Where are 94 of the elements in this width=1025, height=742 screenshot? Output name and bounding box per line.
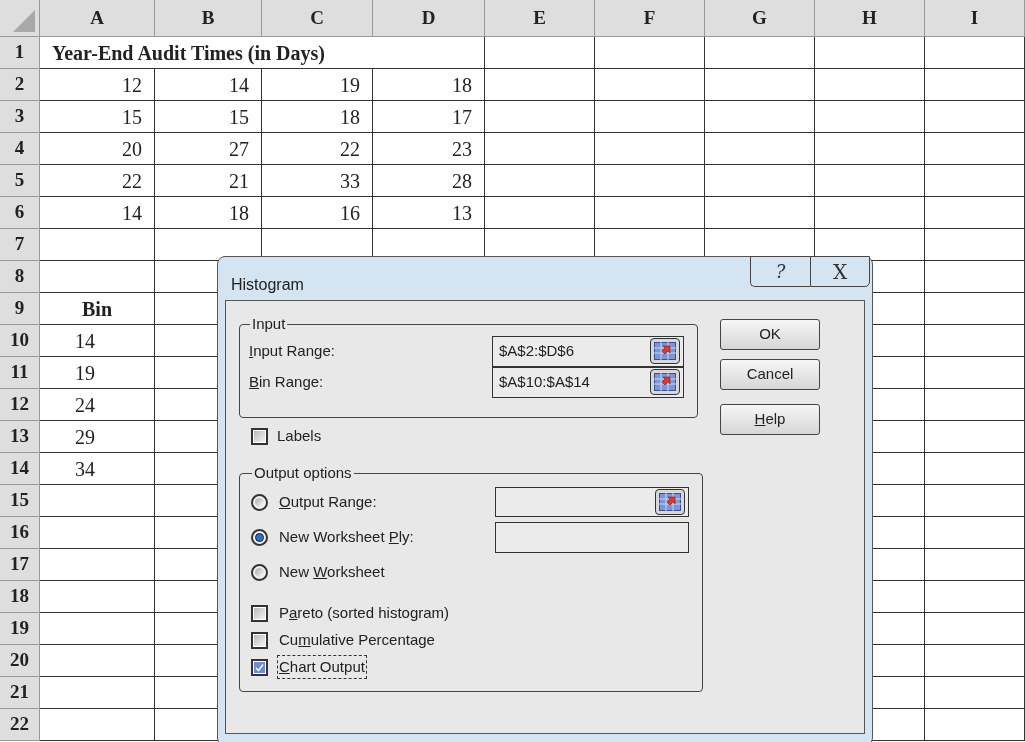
column-header[interactable]: H <box>815 0 925 37</box>
row-header[interactable]: 21 <box>0 677 40 709</box>
row-header[interactable]: 8 <box>0 261 40 293</box>
column-header[interactable]: D <box>373 0 485 37</box>
radio-button[interactable] <box>251 493 268 511</box>
row-header[interactable]: 14 <box>0 453 40 485</box>
row-header[interactable]: 16 <box>0 517 40 549</box>
row-header[interactable]: 3 <box>0 101 40 133</box>
checkbox-label: Labels <box>277 425 322 446</box>
range-picker-button[interactable] <box>650 369 680 395</box>
table-cell: 15 <box>40 101 155 133</box>
radio-button[interactable] <box>251 528 268 546</box>
table-cell: 18 <box>155 197 262 229</box>
row-header[interactable]: 4 <box>0 133 40 165</box>
checkbox[interactable] <box>251 631 268 649</box>
group-label: Input <box>251 314 287 334</box>
text-field[interactable] <box>495 521 689 553</box>
range-field[interactable] <box>495 487 689 517</box>
row-header[interactable]: 18 <box>0 581 40 613</box>
table-cell: 15 <box>155 101 262 133</box>
table-cell: 17 <box>373 101 485 133</box>
column-header[interactable]: I <box>925 0 1025 37</box>
range-picker-button[interactable] <box>650 338 680 364</box>
row-header[interactable]: 1 <box>0 37 40 69</box>
range-field[interactable]: $A$10:$A$14 <box>492 366 684 398</box>
row-header[interactable]: 5 <box>0 165 40 197</box>
table-cell: 18 <box>373 69 485 101</box>
table-cell: 23 <box>373 133 485 165</box>
table-cell: 27 <box>155 133 262 165</box>
table-cell: 22 <box>40 165 155 197</box>
table-cell: Year-End Audit Times (in Days) <box>40 37 485 69</box>
table-cell: 21 <box>155 165 262 197</box>
row-header[interactable]: 11 <box>0 357 40 389</box>
column-header[interactable]: A <box>40 0 155 37</box>
range-picker-button[interactable] <box>655 489 685 515</box>
dialog-title: Histogram <box>231 275 304 295</box>
table-cell: 12 <box>40 69 155 101</box>
checkbox-label: Pareto (sorted histogram) <box>278 602 451 623</box>
table-cell: 33 <box>262 165 373 197</box>
checkbox[interactable] <box>251 427 268 445</box>
row-header[interactable]: 9 <box>0 293 40 325</box>
row-header[interactable]: 13 <box>0 421 40 453</box>
row-header[interactable]: 12 <box>0 389 40 421</box>
range-select-icon <box>654 373 676 391</box>
range-select-icon <box>659 493 681 511</box>
table-cell: 22 <box>262 133 373 165</box>
table-cell: 14 <box>40 197 155 229</box>
table-cell: 28 <box>373 165 485 197</box>
table-cell: 16 <box>262 197 373 229</box>
close-button[interactable]: X <box>810 256 870 287</box>
checkbox-label: Chart Output <box>277 654 367 680</box>
row-header[interactable]: 7 <box>0 229 40 261</box>
column-header[interactable]: B <box>155 0 262 37</box>
group-label: Output options <box>253 463 353 483</box>
dialog-button[interactable]: OK <box>720 319 820 350</box>
table-cell: 13 <box>373 197 485 229</box>
radio-label: Output Range: <box>278 491 378 512</box>
table-cell: 14 <box>40 325 155 357</box>
table-cell: 20 <box>40 133 155 165</box>
range-field[interactable]: $A$2:$D$6 <box>492 335 684 367</box>
table-cell: 19 <box>262 69 373 101</box>
checkbox[interactable] <box>251 604 268 622</box>
table-cell: 19 <box>40 357 155 389</box>
radio-label: New Worksheet <box>278 561 386 582</box>
corner-triangle-icon <box>13 10 35 32</box>
checkbox[interactable] <box>251 658 268 676</box>
table-cell: Bin <box>40 293 155 325</box>
row-header[interactable]: 15 <box>0 485 40 517</box>
radio-button[interactable] <box>251 563 268 581</box>
column-header[interactable]: G <box>705 0 815 37</box>
table-cell: 24 <box>40 389 155 421</box>
row-header[interactable]: 2 <box>0 69 40 101</box>
table-cell: 34 <box>40 453 155 485</box>
field-label: Bin Range: <box>249 371 324 392</box>
column-header[interactable]: E <box>485 0 595 37</box>
radio-label: New Worksheet Ply: <box>278 526 415 547</box>
row-header[interactable]: 22 <box>0 709 40 741</box>
row-header[interactable]: 19 <box>0 613 40 645</box>
check-icon <box>255 662 264 672</box>
dialog-button[interactable]: Help <box>720 404 820 435</box>
table-cell: 14 <box>155 69 262 101</box>
column-header[interactable]: C <box>262 0 373 37</box>
help-button[interactable]: ? <box>750 256 810 287</box>
field-label: Input Range: <box>249 340 335 361</box>
range-select-icon <box>654 342 676 360</box>
checkbox-label: Cumulative Percentage <box>278 629 436 650</box>
row-header[interactable]: 20 <box>0 645 40 677</box>
column-header[interactable]: F <box>595 0 705 37</box>
table-cell: 18 <box>262 101 373 133</box>
row-header[interactable]: 10 <box>0 325 40 357</box>
dialog-button[interactable]: Cancel <box>720 359 820 390</box>
row-header[interactable]: 17 <box>0 549 40 581</box>
row-header[interactable]: 6 <box>0 197 40 229</box>
table-cell: 29 <box>40 421 155 453</box>
